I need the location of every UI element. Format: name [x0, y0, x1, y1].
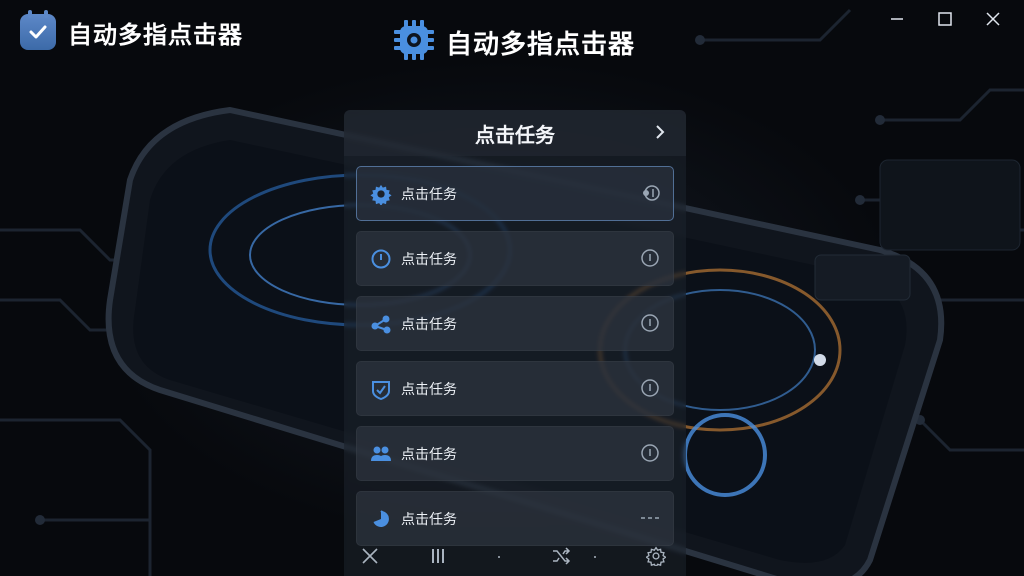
info-icon[interactable]: [639, 247, 661, 269]
pause-icon: [432, 549, 444, 563]
info-icon[interactable]: [639, 377, 661, 399]
clock-icon: [369, 247, 393, 271]
info-icon[interactable]: [639, 442, 661, 464]
minimize-button[interactable]: [876, 6, 918, 32]
chevron-right-icon: [656, 125, 665, 139]
shuffle-icon: [553, 547, 571, 565]
task-list: 点击任务 点击任务 点击任务 点击任务 点击任务 点击任务: [356, 166, 674, 556]
window-controls: [876, 6, 1014, 32]
dashes-icon[interactable]: [639, 507, 661, 529]
close-icon: [362, 548, 378, 564]
close-window-button[interactable]: [972, 6, 1014, 32]
touch-icon[interactable]: [639, 182, 661, 204]
task-item[interactable]: 点击任务: [356, 361, 674, 416]
task-item[interactable]: 点击任务: [356, 166, 674, 221]
gear-chip-icon: [392, 18, 436, 66]
task-item[interactable]: 点击任务: [356, 426, 674, 481]
maximize-icon: [938, 12, 952, 26]
close-icon: [986, 12, 1000, 26]
settings-icon: [646, 546, 666, 566]
info-icon[interactable]: [639, 312, 661, 334]
task-item[interactable]: 点击任务: [356, 231, 674, 286]
shield-icon: [369, 377, 393, 401]
chevron-right-button[interactable]: [648, 120, 672, 144]
pause-button[interactable]: [426, 544, 450, 568]
share-icon: [369, 312, 393, 336]
calendar-check-icon: [20, 10, 56, 50]
app-header: 自动多指点击器: [20, 10, 243, 50]
panel-header: 点击任务: [344, 110, 686, 156]
task-label: 点击任务: [401, 511, 457, 528]
task-item[interactable]: 点击任务: [356, 296, 674, 351]
minimize-icon: [891, 18, 903, 20]
task-label: 点击任务: [401, 446, 457, 463]
task-panel: 点击任务 点击任务 点击任务 点击任务 点击任务 点击任务 点击任务: [344, 110, 686, 576]
center-header: 自动多指点击器: [392, 18, 635, 66]
pie-icon: [369, 507, 393, 531]
center-title: 自动多指点击器: [446, 29, 636, 60]
task-label: 点击任务: [401, 251, 457, 268]
task-label: 点击任务: [401, 381, 457, 398]
separator-dot: [498, 556, 500, 558]
task-label: 点击任务: [401, 186, 457, 203]
users-icon: [369, 442, 393, 466]
gear-icon: [369, 182, 393, 206]
spark-glow: [814, 354, 826, 366]
close-button[interactable]: [358, 544, 382, 568]
shuffle-button[interactable]: [549, 544, 573, 568]
separator-dot: [594, 556, 596, 558]
chip: [879, 159, 1021, 251]
settings-button[interactable]: [644, 544, 668, 568]
chip: [814, 254, 911, 301]
task-label: 点击任务: [401, 316, 457, 333]
app-title: 自动多指点击器: [68, 20, 243, 49]
bottom-toolbar: [344, 536, 686, 576]
panel-title: 点击任务: [475, 122, 555, 147]
maximize-button[interactable]: [924, 6, 966, 32]
